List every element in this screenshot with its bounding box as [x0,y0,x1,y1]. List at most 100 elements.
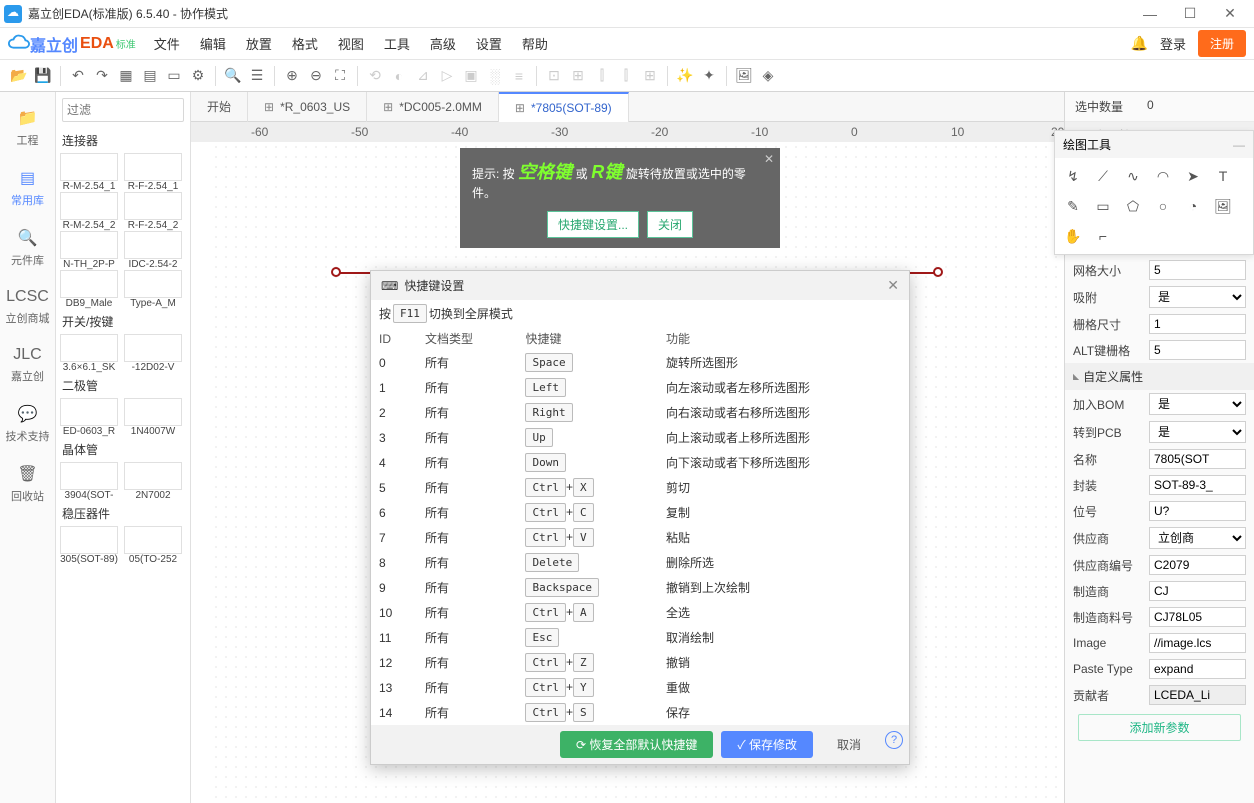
sidebar-回收站[interactable]: 🗑回收站 [0,454,55,514]
shortcut-row[interactable]: 13所有Ctrl+Y重做 [371,675,909,700]
prop-select[interactable]: 立创商 [1149,527,1246,549]
menu-高级[interactable]: 高级 [420,30,466,57]
restore-defaults-button[interactable]: ⟳ 恢复全部默认快捷键 [560,731,713,758]
sidebar-技术支持[interactable]: 💬技术支持 [0,394,55,454]
prop-input[interactable] [1149,449,1246,469]
prop-input[interactable] [1149,659,1246,679]
pencil-icon[interactable]: ✎ [1061,194,1085,218]
menu-工具[interactable]: 工具 [374,30,420,57]
component-thumb[interactable] [124,231,182,259]
corner-icon[interactable]: ⌐ [1091,224,1115,248]
image-tool-icon[interactable]: 🖼 [1211,194,1235,218]
polyline-icon[interactable]: ↯ [1061,164,1085,188]
menu-编辑[interactable]: 编辑 [190,30,236,57]
lib-category[interactable]: 稳压器件 [56,501,190,526]
wand-icon[interactable]: ✦ [698,65,720,87]
component-thumb[interactable] [60,462,118,490]
undo-icon[interactable]: ↶ [67,65,89,87]
tab[interactable]: ⊞*7805(SOT-89) [499,92,629,122]
prop-input[interactable] [1149,314,1246,334]
component-thumb[interactable] [60,398,118,426]
component-thumb[interactable] [124,192,182,220]
tab[interactable]: ⊞*DC005-2.0MM [367,92,499,122]
tab[interactable]: ⊞*R_0603_US [248,92,367,122]
tab[interactable]: 开始 [191,92,248,122]
menu-格式[interactable]: 格式 [282,30,328,57]
component-thumb[interactable] [124,153,182,181]
minimize-button[interactable]: — [1130,0,1170,28]
net-endpoint[interactable] [331,267,341,277]
menu-视图[interactable]: 视图 [328,30,374,57]
shortcut-row[interactable]: 12所有Ctrl+Z撤销 [371,650,909,675]
close-button[interactable]: ✕ [1210,0,1250,28]
prop-input[interactable] [1149,607,1246,627]
magic-icon[interactable]: ✨ [674,65,696,87]
polygon-icon[interactable]: ⬠ [1121,194,1145,218]
help-icon[interactable]: ? [885,731,903,749]
search-icon[interactable]: 🔍 [222,65,244,87]
image-icon[interactable]: 🖼 [733,65,755,87]
shortcut-row[interactable]: 7所有Ctrl+V粘贴 [371,525,909,550]
component-thumb[interactable] [124,526,182,554]
prop-input[interactable] [1149,555,1246,575]
shortcut-row[interactable]: 3所有Up向上滚动或者上移所选图形 [371,425,909,450]
circle-icon[interactable]: ○ [1151,194,1175,218]
maximize-button[interactable]: ☐ [1170,0,1210,28]
shortcut-row[interactable]: 9所有Backspace撤销到上次绘制 [371,575,909,600]
shortcut-row[interactable]: 6所有Ctrl+C复制 [371,500,909,525]
prop-input[interactable] [1149,340,1246,360]
sidebar-元件库[interactable]: 🔍元件库 [0,218,55,278]
sidebar-立创商城[interactable]: LCSC立创商城 [0,278,55,336]
arrow-icon[interactable]: ➤ [1181,164,1205,188]
component-thumb[interactable] [60,153,118,181]
lib-category[interactable]: 开关/按键 [56,309,190,334]
prop-input[interactable] [1149,633,1246,653]
component-thumb[interactable] [124,334,182,362]
save-icon[interactable]: 💾 [32,65,54,87]
login-link[interactable]: 登录 [1160,34,1186,53]
prop-input[interactable] [1149,685,1246,705]
settings-icon[interactable]: ⚙ [187,65,209,87]
lib-category[interactable]: 二极管 [56,373,190,398]
prop-input[interactable] [1149,260,1246,280]
component-thumb[interactable] [124,270,182,298]
menu-放置[interactable]: 放置 [236,30,282,57]
shortcut-row[interactable]: 1所有Left向左滚动或者左移所选图形 [371,375,909,400]
shortcut-row[interactable]: 11所有Esc取消绘制 [371,625,909,650]
pie-icon[interactable]: ◔ [1181,194,1205,218]
layers-icon[interactable]: ▤ [139,65,161,87]
component-thumb[interactable] [60,270,118,298]
section-custom-props[interactable]: 自定义属性 [1065,363,1254,390]
shortcut-row[interactable]: 4所有Down向下滚动或者下移所选图形 [371,450,909,475]
rect-icon[interactable]: ▭ [1091,194,1115,218]
cancel-button[interactable]: 取消 [821,731,877,758]
prop-select[interactable]: 是 [1149,421,1246,443]
shortcut-row[interactable]: 2所有Right向右滚动或者右移所选图形 [371,400,909,425]
component-thumb[interactable] [60,526,118,554]
prop-input[interactable] [1149,581,1246,601]
menu-文件[interactable]: 文件 [144,30,190,57]
sheet-icon[interactable]: ▭ [163,65,185,87]
prop-select[interactable]: 是 [1149,393,1246,415]
sidebar-嘉立创[interactable]: JLC嘉立创 [0,336,55,394]
prop-input[interactable] [1149,501,1246,521]
net-endpoint[interactable] [933,267,943,277]
component-thumb[interactable] [60,231,118,259]
minimize-icon[interactable]: — [1233,138,1245,152]
list-icon[interactable]: ☰ [246,65,268,87]
lib-category[interactable]: 晶体管 [56,437,190,462]
shortcut-row[interactable]: 10所有Ctrl+A全选 [371,600,909,625]
tip-shortcuts-button[interactable]: 快捷键设置... [547,211,639,238]
tip-close-icon[interactable]: ✕ [764,152,774,166]
menu-设置[interactable]: 设置 [466,30,512,57]
shortcut-row[interactable]: 5所有Ctrl+X剪切 [371,475,909,500]
zigzag-icon[interactable]: ⟋ [1091,164,1115,188]
add-param-button[interactable]: 添加新参数 [1078,714,1241,741]
sidebar-常用库[interactable]: ▤常用库 [0,158,55,218]
shortcut-row[interactable]: 8所有Delete删除所选 [371,550,909,575]
component-thumb[interactable] [60,192,118,220]
lib-category[interactable]: 连接器 [56,128,190,153]
shortcut-row[interactable]: 0所有Space旋转所选图形 [371,350,909,375]
component-thumb[interactable] [124,398,182,426]
zoom-in-icon[interactable]: ⊕ [281,65,303,87]
